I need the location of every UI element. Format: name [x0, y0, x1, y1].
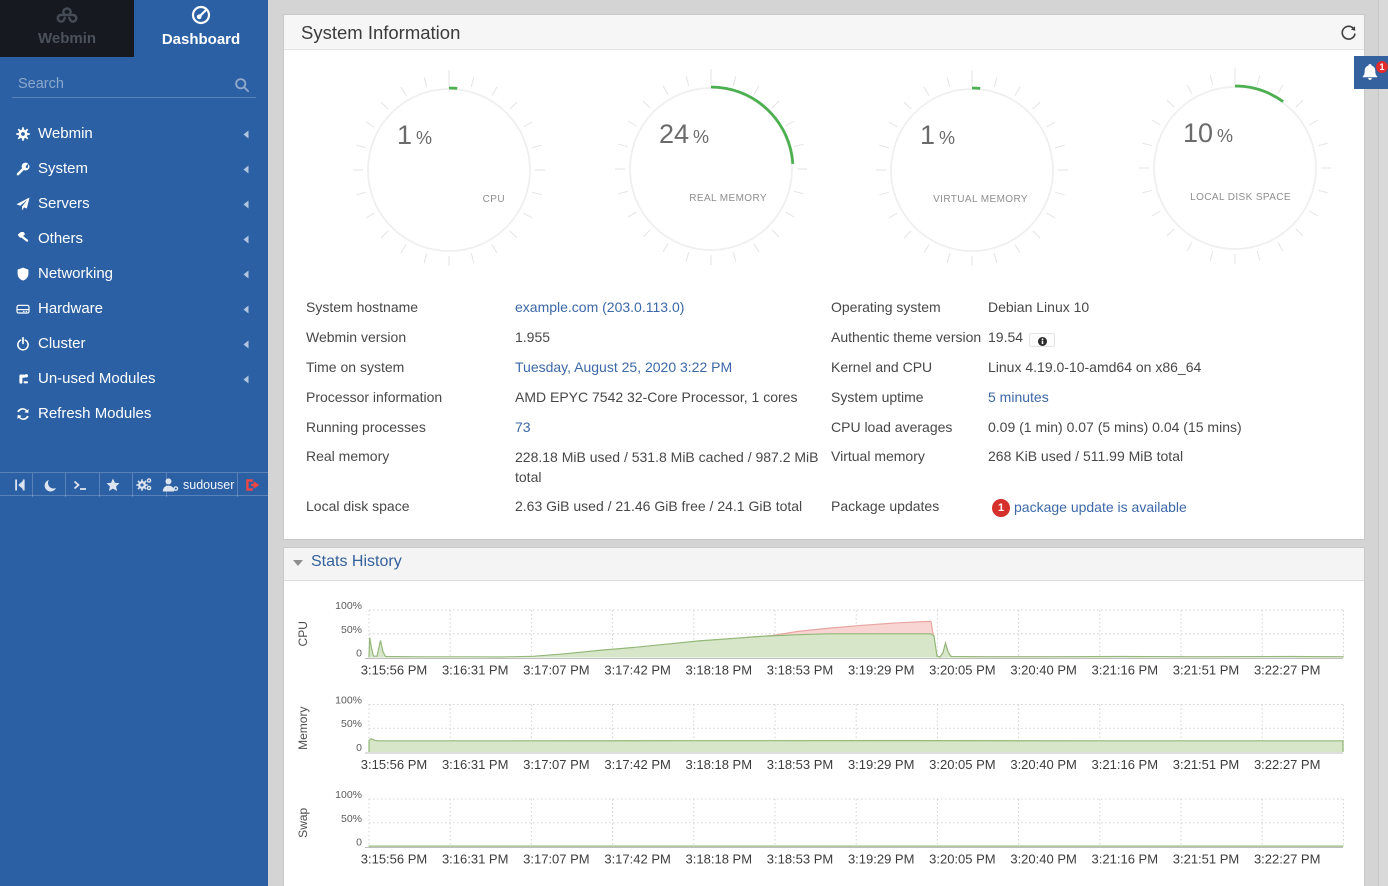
svg-text:3:21:51 PM: 3:21:51 PM	[1173, 663, 1240, 678]
svg-text:100%: 100%	[335, 789, 362, 801]
svg-text:3:22:27 PM: 3:22:27 PM	[1254, 757, 1321, 772]
svg-text:3:21:51 PM: 3:21:51 PM	[1173, 757, 1240, 772]
svg-text:3:19:29 PM: 3:19:29 PM	[848, 663, 915, 678]
svg-text:3:21:16 PM: 3:21:16 PM	[1092, 663, 1159, 678]
svg-text:3:22:27 PM: 3:22:27 PM	[1254, 852, 1321, 867]
svg-text:3:17:42 PM: 3:17:42 PM	[604, 663, 671, 678]
svg-text:0: 0	[356, 837, 362, 849]
svg-text:3:17:07 PM: 3:17:07 PM	[523, 757, 590, 772]
svg-text:100%: 100%	[335, 695, 362, 707]
svg-text:Memory: Memory	[296, 707, 310, 750]
svg-text:50%: 50%	[341, 813, 362, 825]
svg-text:3:22:27 PM: 3:22:27 PM	[1254, 663, 1321, 678]
svg-text:3:21:51 PM: 3:21:51 PM	[1173, 852, 1240, 867]
svg-text:3:18:18 PM: 3:18:18 PM	[686, 852, 753, 867]
svg-text:3:20:05 PM: 3:20:05 PM	[929, 757, 996, 772]
svg-text:3:20:05 PM: 3:20:05 PM	[929, 852, 996, 867]
svg-text:3:21:16 PM: 3:21:16 PM	[1092, 757, 1159, 772]
svg-text:3:15:56 PM: 3:15:56 PM	[361, 663, 428, 678]
svg-text:3:19:29 PM: 3:19:29 PM	[848, 757, 915, 772]
svg-text:3:16:31 PM: 3:16:31 PM	[442, 757, 509, 772]
svg-text:3:20:40 PM: 3:20:40 PM	[1010, 852, 1077, 867]
svg-text:3:18:18 PM: 3:18:18 PM	[686, 663, 753, 678]
svg-text:3:17:42 PM: 3:17:42 PM	[604, 757, 671, 772]
svg-text:0: 0	[356, 648, 362, 660]
svg-text:3:15:56 PM: 3:15:56 PM	[361, 852, 428, 867]
svg-text:3:17:07 PM: 3:17:07 PM	[523, 852, 590, 867]
svg-text:3:17:07 PM: 3:17:07 PM	[523, 663, 590, 678]
svg-text:3:20:40 PM: 3:20:40 PM	[1010, 757, 1077, 772]
svg-text:3:18:53 PM: 3:18:53 PM	[767, 757, 834, 772]
svg-text:3:18:18 PM: 3:18:18 PM	[686, 757, 753, 772]
svg-text:3:18:53 PM: 3:18:53 PM	[767, 852, 834, 867]
svg-text:3:16:31 PM: 3:16:31 PM	[442, 663, 509, 678]
svg-text:3:20:40 PM: 3:20:40 PM	[1010, 663, 1077, 678]
svg-text:3:17:42 PM: 3:17:42 PM	[604, 852, 671, 867]
svg-text:3:19:29 PM: 3:19:29 PM	[848, 852, 915, 867]
svg-text:0: 0	[356, 742, 362, 754]
svg-text:3:21:16 PM: 3:21:16 PM	[1092, 852, 1159, 867]
svg-text:3:20:05 PM: 3:20:05 PM	[929, 663, 996, 678]
svg-text:CPU: CPU	[296, 621, 310, 646]
svg-text:3:18:53 PM: 3:18:53 PM	[767, 663, 834, 678]
svg-text:50%: 50%	[341, 624, 362, 636]
svg-text:3:16:31 PM: 3:16:31 PM	[442, 852, 509, 867]
svg-text:3:15:56 PM: 3:15:56 PM	[361, 757, 428, 772]
svg-text:50%: 50%	[341, 718, 362, 730]
svg-text:Swap: Swap	[296, 807, 310, 837]
svg-text:100%: 100%	[335, 600, 362, 612]
